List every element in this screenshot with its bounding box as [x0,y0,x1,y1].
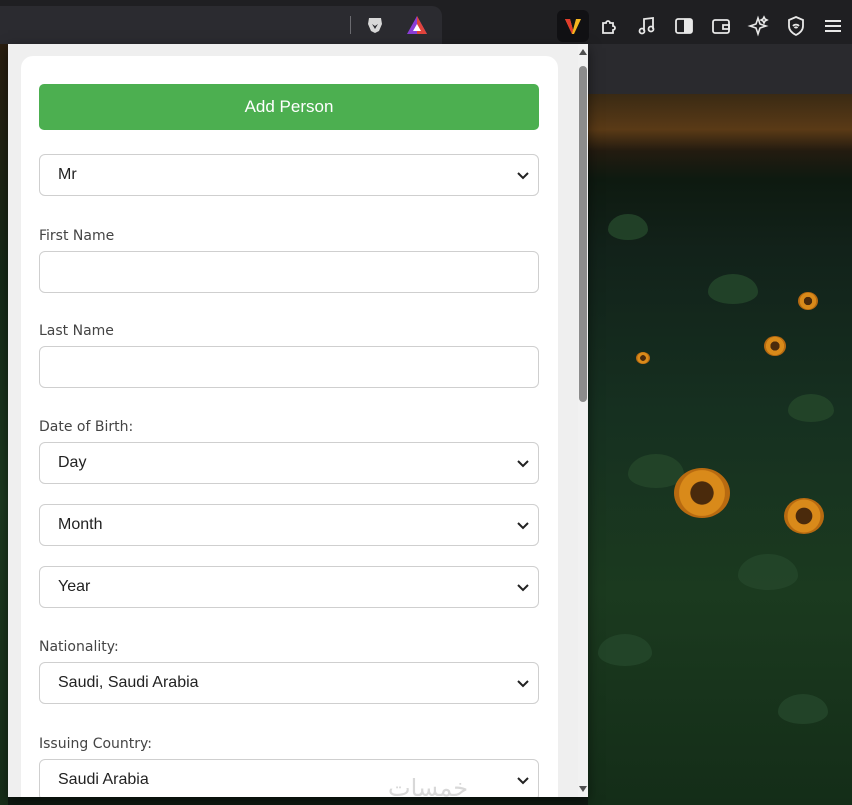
leaf-shape [788,394,834,422]
issuing-country-label: Issuing Country: [39,736,153,752]
vpn-shield-icon[interactable] [781,11,811,41]
month-select-value: Month [58,516,103,533]
date-of-birth-label: Date of Birth: [39,419,134,435]
nationality-label: Nationality: [39,639,119,655]
sunflower-image [784,498,824,534]
scroll-up-arrow-icon[interactable] [578,46,588,58]
chevron-down-icon [517,584,529,592]
issuing-country-select-value: Saudi Arabia [58,771,149,788]
leaf-shape [708,274,758,304]
sunflower-image [674,468,730,518]
browser-toolbar [0,0,852,44]
leaf-shape [598,634,652,666]
scroll-down-arrow-icon[interactable] [578,783,588,795]
watermark-logo: خمسات [388,774,469,797]
leaf-shape [738,554,798,590]
year-select-value: Year [58,578,91,595]
leaf-shape [778,694,828,724]
form-card: Add Person Mr First Name Last Name Date … [21,56,558,797]
brave-lion-icon[interactable] [360,10,390,40]
day-select[interactable]: Day [39,442,539,484]
address-separator [350,16,351,34]
nationality-select-value: Saudi, Saudi Arabia [58,674,199,691]
menu-icon[interactable] [818,11,848,41]
sidebar-icon[interactable] [669,11,699,41]
address-bar[interactable] [0,6,442,44]
year-select[interactable]: Year [39,566,539,608]
last-name-label: Last Name [39,323,114,339]
background-sunflower-photo [588,94,852,805]
chevron-down-icon [517,680,529,688]
leo-ai-icon[interactable] [743,11,773,41]
first-name-label: First Name [39,228,115,244]
chevron-down-icon [517,522,529,530]
extension-popup: Add Person Mr First Name Last Name Date … [8,44,588,797]
puzzle-extensions-icon[interactable] [595,11,625,41]
chevron-down-icon [517,777,529,785]
music-note-icon[interactable] [632,11,662,41]
month-select[interactable]: Month [39,504,539,546]
leaf-shape [608,214,648,240]
first-name-input[interactable] [39,251,539,293]
last-name-input[interactable] [39,346,539,388]
background-photo-edge [0,44,8,805]
title-select-value: Mr [58,166,77,183]
sunflower-image [764,336,786,356]
day-select-value: Day [58,454,87,471]
brave-rewards-icon[interactable] [402,10,432,40]
sunflower-image [798,292,818,310]
chevron-down-icon [517,172,529,180]
extension-active-icon[interactable] [557,10,589,42]
scrollbar-thumb[interactable] [579,66,587,402]
wallet-icon[interactable] [706,11,736,41]
nationality-select[interactable]: Saudi, Saudi Arabia [39,662,539,704]
add-person-button[interactable]: Add Person [39,84,539,130]
scrollbar[interactable] [578,44,588,797]
title-select[interactable]: Mr [39,154,539,196]
chevron-down-icon [517,460,529,468]
sunflower-image [636,352,650,364]
